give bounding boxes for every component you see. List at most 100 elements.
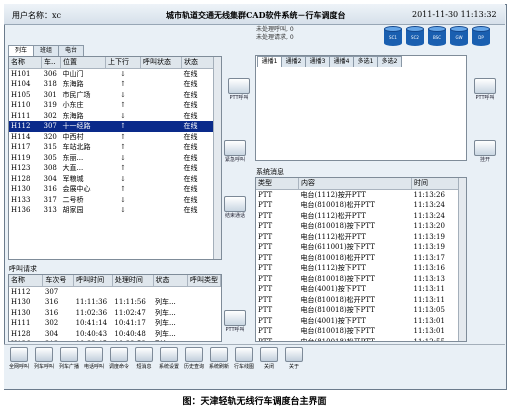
column-header[interactable]: 名称 — [9, 57, 42, 69]
toolbar-button[interactable]: 系统设置 — [158, 347, 180, 371]
toolbar-button[interactable]: 短消息 — [133, 347, 155, 371]
column-header[interactable]: 状态 — [181, 57, 214, 69]
call-request-row[interactable]: H112 307 — [9, 286, 221, 297]
column-header[interactable]: 呼叫类型 — [187, 275, 221, 287]
message-row[interactable]: PTT 电台(810018)按下PTT 11:13:05 — [256, 305, 459, 316]
end-call-button[interactable]: 结束通话 — [220, 196, 250, 219]
toolbar-button[interactable]: 全网呼叫 — [8, 347, 30, 371]
train-cell-name: H101 — [11, 69, 31, 78]
message-row[interactable]: PTT 电台(1112)松开PTT 11:13:19 — [256, 232, 459, 243]
train-cell-car: 319 — [43, 101, 57, 109]
message-row[interactable]: PTT 电台(4001)按下PTT 11:13:11 — [256, 284, 459, 295]
tab-channel[interactable]: 通播4 — [329, 56, 354, 67]
column-header[interactable]: 车.. — [41, 57, 61, 69]
train-cell-call — [141, 132, 182, 143]
train-cell-call — [141, 111, 182, 122]
call-request-row[interactable]: H111 302 10:41:14 10:41:17 列车... — [9, 318, 221, 329]
call-request-row[interactable]: H130 316 11:02:36 11:02:47 列车... — [9, 308, 221, 319]
train-row[interactable]: H119 305 东丽... ↓ 在线 — [9, 153, 214, 164]
column-header[interactable]: 呼叫时间 — [73, 275, 113, 287]
call-cell-car: 304 — [44, 329, 59, 338]
train-cell-state: 在线 — [183, 185, 198, 193]
toolbar-button[interactable]: 调度命令 — [108, 347, 130, 371]
hangup-button[interactable]: 挂开 — [470, 140, 500, 163]
toolbar-button[interactable]: 列车广播 — [58, 347, 80, 371]
message-row[interactable]: PTT 电台(4001)按下PTT 11:13:01 — [256, 316, 459, 327]
system-messages-title: 系统消息 — [256, 168, 284, 176]
train-cell-name: H119 — [11, 153, 31, 162]
messages-scrollbar[interactable] — [458, 178, 466, 341]
train-cell-pos: 中山门 — [62, 69, 84, 78]
tab-channel[interactable]: 通播1 — [257, 56, 282, 67]
train-row[interactable]: H123 308 大直... ↑ 在线 — [9, 163, 214, 174]
call-cell-car: 307 — [44, 287, 59, 296]
ptt-call-right-button[interactable]: PTT呼叫 — [470, 78, 500, 101]
train-row[interactable]: H136 313 胡家园 ↓ 在线 — [9, 205, 214, 216]
tab-trains[interactable]: 列车 — [8, 45, 34, 56]
server-status-icon[interactable]: DP — [472, 26, 490, 46]
toolbar-button[interactable]: 行车线图 — [233, 347, 255, 371]
train-row[interactable]: H133 317 二号桥 ↓ 在线 — [9, 195, 214, 206]
column-header[interactable]: 内容 — [298, 178, 412, 190]
toolbar-button[interactable]: 电话呼叫 — [83, 347, 105, 371]
train-row[interactable]: H130 316 会展中心 ↑ 在线 — [9, 184, 214, 195]
emergency-call-button[interactable]: 紧急呼叫 — [220, 140, 250, 163]
column-header[interactable]: 名称 — [9, 275, 44, 287]
server-status-icon[interactable]: SC1 — [384, 26, 402, 46]
message-row[interactable]: PTT 电台(1112)按开PTT 11:13:26 — [256, 189, 459, 200]
call-cell-call_time: 10:40:43 — [75, 329, 108, 338]
toolbar-button[interactable]: 列车呼叫 — [33, 347, 55, 371]
message-row[interactable]: PTT 电台(810018)松开PTT 11:12:55 — [256, 337, 459, 342]
server-status-icon[interactable]: GW — [450, 26, 468, 46]
train-row[interactable]: H104 318 东海路 ↑ 在线 — [9, 79, 214, 90]
toolbar-button[interactable]: 关闭 — [258, 347, 280, 371]
message-row[interactable]: PTT 电台(1112)松开PTT 11:13:24 — [256, 211, 459, 222]
train-row[interactable]: H114 320 中西村 ↑ 在线 — [9, 132, 214, 143]
column-header[interactable]: 上下行 — [105, 57, 141, 69]
toolbar-button[interactable]: 关于 — [283, 347, 305, 371]
server-status-icon[interactable]: SC2 — [406, 26, 424, 46]
message-cell-type: PTT — [258, 243, 273, 251]
call-request-row[interactable]: H128 304 10:40:43 10:40:48 列车... — [9, 329, 221, 340]
toolbar-button[interactable]: 历史查询 — [183, 347, 205, 371]
message-row[interactable]: PTT 电台(611001)按下PTT 11:13:19 — [256, 242, 459, 253]
message-row[interactable]: PTT 电台(810018)按下PTT 11:13:13 — [256, 274, 459, 285]
column-header[interactable]: 车次号 — [42, 275, 75, 287]
tab-channel[interactable]: 多选1 — [353, 56, 378, 67]
train-row[interactable]: H105 301 市民广场 ↓ 在线 — [9, 90, 214, 101]
call-request-row[interactable]: H13631310:33:4510:33:53列车... — [9, 339, 221, 341]
message-row[interactable]: PTT 电台(1112)按下PTT 11:13:16 — [256, 263, 459, 274]
column-header[interactable]: 处理时间 — [112, 275, 154, 287]
train-cell-name: H112 — [9, 121, 42, 132]
column-header[interactable]: 类型 — [256, 178, 299, 190]
server-status-icon[interactable]: BSC — [428, 26, 446, 46]
train-cell-state: 在线 — [183, 80, 198, 88]
train-row[interactable]: H101 306 中山门 ↓ 在线 — [9, 68, 214, 79]
message-row[interactable]: PTT 电台(810018)松开PTT 11:13:17 — [256, 253, 459, 264]
message-cell-type: PTT — [258, 285, 273, 293]
train-row[interactable]: H117 315 车站北路 ↑ 在线 — [9, 142, 214, 153]
tab-radios[interactable]: 电台 — [58, 45, 84, 56]
tab-channel[interactable]: 通播3 — [305, 56, 330, 67]
message-row[interactable]: PTT 电台(810018)按下PTT 11:13:20 — [256, 221, 459, 232]
column-header[interactable]: 状态 — [153, 275, 189, 287]
call-request-row[interactable]: H130 316 11:11:36 11:11:56 列车... — [9, 297, 221, 308]
column-header[interactable]: 时间 — [411, 178, 459, 190]
tab-crews[interactable]: 班组 — [33, 45, 59, 56]
message-row[interactable]: PTT 电台(810018)松开PTT 11:13:24 — [256, 200, 459, 211]
ptt-call-button[interactable]: PTT呼叫 — [224, 78, 254, 101]
train-row[interactable]: H110 319 小东庄 ↑ 在线 — [9, 100, 214, 111]
train-row[interactable]: H112 307 十一经路 ↑ 在线 — [9, 121, 214, 132]
message-cell-type: PTT — [258, 337, 273, 342]
column-header[interactable]: 呼叫状态 — [140, 57, 182, 69]
train-row[interactable]: H128 304 军粮城 ↓ 在线 — [9, 174, 214, 185]
ptt-call-bottom-button[interactable]: PTT呼叫 — [220, 310, 250, 333]
message-row[interactable]: PTT 电台(810018)按下PTT 11:13:01 — [256, 326, 459, 337]
call-cell-name: H136 — [9, 339, 43, 341]
train-row[interactable]: H111 302 东海路 ↓ 在线 — [9, 111, 214, 122]
column-header[interactable]: 位置 — [60, 57, 106, 69]
toolbar-button[interactable]: 系统刷新 — [208, 347, 230, 371]
tab-channel[interactable]: 多选2 — [377, 56, 402, 67]
tab-channel[interactable]: 通播2 — [281, 56, 306, 67]
message-row[interactable]: PTT 电台(810018)松开PTT 11:13:11 — [256, 295, 459, 306]
